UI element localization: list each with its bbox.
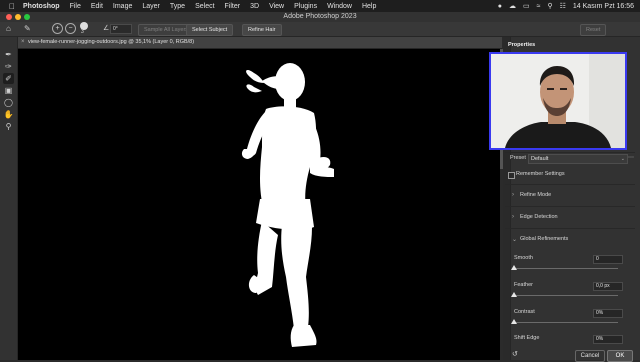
menubar-clock[interactable]: 14 Kasım Pzt 16:56 — [573, 3, 634, 10]
feather-value[interactable]: 0,0 px — [593, 282, 623, 291]
contrast-slider-track[interactable] — [514, 322, 618, 323]
runner-mask-silhouette — [241, 63, 334, 347]
remember-settings-checkbox[interactable] — [508, 172, 515, 179]
add-to-selection-icon[interactable]: + — [52, 23, 63, 34]
menu-3d[interactable]: 3D — [250, 3, 259, 10]
close-tab-icon[interactable]: × — [21, 37, 25, 48]
zoom-tool-icon[interactable]: ⚲ — [3, 121, 14, 132]
menu-image[interactable]: Image — [113, 3, 132, 10]
section-refine-mode[interactable]: › Refine Mode — [512, 192, 632, 200]
brush-size-value[interactable]: 3 — [81, 29, 84, 35]
reset-button[interactable]: Reset — [580, 24, 607, 36]
chevron-down-icon: ⌄ — [512, 237, 518, 243]
home-icon[interactable]: ⌂ — [6, 24, 11, 33]
menu-file[interactable]: File — [70, 3, 81, 10]
menu-type[interactable]: Type — [170, 3, 185, 10]
menu-help[interactable]: Help — [362, 3, 376, 10]
brush-tool-icon[interactable]: ✐ — [3, 73, 14, 84]
feather-slider-track[interactable] — [514, 295, 618, 296]
cancel-button[interactable]: Cancel — [575, 350, 605, 362]
section-title: Refine Mode — [520, 192, 552, 198]
document-tab[interactable]: × view-female-runner-jogging-outdoors.jp… — [18, 37, 502, 49]
apple-icon[interactable]:  — [9, 2, 15, 11]
section-title: Global Refinements — [520, 236, 569, 242]
window-title: Adobe Photoshop 2023 — [283, 13, 357, 20]
refine-edge-brush-icon[interactable]: ✑ — [3, 61, 14, 72]
properties-tab[interactable]: Properties — [508, 42, 535, 52]
select-subject-button[interactable]: Select Subject — [186, 24, 234, 36]
menu-edit[interactable]: Edit — [91, 3, 103, 10]
ok-button[interactable]: OK — [607, 350, 633, 362]
creative-cloud-icon[interactable]: ☁ — [509, 2, 516, 10]
menu-app-name[interactable]: Photoshop — [23, 3, 60, 10]
section-edge-detection[interactable]: › Edge Detection — [512, 214, 632, 222]
feather-slider-knob[interactable] — [511, 292, 517, 297]
panel-divider — [505, 228, 635, 229]
section-title: Edge Detection — [520, 214, 558, 220]
document-canvas[interactable] — [18, 49, 500, 360]
preset-label: Preset — [510, 155, 526, 161]
smooth-label: Smooth — [514, 255, 533, 261]
webcam-overlay — [489, 52, 627, 150]
subtract-from-selection-icon[interactable]: − — [65, 23, 76, 34]
search-icon[interactable]: ⚲ — [547, 2, 552, 10]
smooth-slider-knob[interactable] — [511, 265, 517, 270]
options-bar: ⌂ ✎ + − 3 ∠ 0° Sample All Layers Select … — [0, 22, 640, 37]
panel-divider — [505, 184, 635, 185]
quick-selection-tool-icon[interactable]: ✒ — [3, 49, 14, 60]
control-center-icon[interactable]: ☷ — [560, 2, 566, 10]
preset-options-icon[interactable]: ⋯ — [628, 154, 634, 161]
preset-dropdown[interactable]: Default ⌄ — [528, 154, 628, 164]
menu-filter[interactable]: Filter — [225, 3, 241, 10]
presenter-video — [491, 54, 625, 148]
refine-hair-button[interactable]: Refine Hair — [242, 24, 282, 36]
remember-settings-label: Remember Settings — [516, 171, 565, 177]
smooth-value[interactable]: 0 — [593, 255, 623, 264]
angle-icon: ∠ — [103, 25, 110, 32]
menu-window[interactable]: Window — [327, 3, 352, 10]
feather-label: Feather — [514, 282, 533, 288]
menu-layer[interactable]: Layer — [142, 3, 160, 10]
chevron-down-icon: ⌄ — [620, 156, 625, 162]
tools-panel: ✒ ✑ ✐ ▣ ◯ ✋ ⚲ — [0, 37, 18, 360]
window-title-bar: Adobe Photoshop 2023 — [0, 12, 640, 22]
contrast-slider-knob[interactable] — [511, 319, 517, 324]
chevron-right-icon: › — [512, 192, 514, 198]
shift-edge-value[interactable]: 0% — [593, 335, 623, 344]
reset-icon[interactable]: ↺ — [512, 350, 518, 358]
object-selection-tool-icon[interactable]: ▣ — [3, 85, 14, 96]
mac-menu-bar:  Photoshop File Edit Image Layer Type S… — [0, 0, 640, 12]
angle-field[interactable]: 0° — [110, 24, 132, 34]
chevron-right-icon: › — [512, 214, 514, 220]
contrast-value[interactable]: 0% — [593, 309, 623, 318]
menu-plugins[interactable]: Plugins — [294, 3, 317, 10]
section-global-refinements[interactable]: ⌄ Global Refinements — [512, 236, 632, 244]
preset-value: Default — [531, 156, 549, 162]
contrast-label: Contrast — [514, 309, 535, 315]
smooth-slider-track[interactable] — [514, 268, 618, 269]
panel-divider — [505, 206, 635, 207]
lasso-tool-icon[interactable]: ◯ — [3, 97, 14, 108]
quick-selection-tool-preset-icon[interactable]: ✎ — [24, 24, 31, 33]
menu-select[interactable]: Select — [195, 3, 214, 10]
hand-tool-icon[interactable]: ✋ — [3, 109, 14, 120]
record-icon[interactable]: ● — [498, 3, 502, 10]
wifi-icon[interactable]: ≈ — [537, 3, 541, 10]
panel-divider — [505, 152, 635, 153]
document-title: view-female-runner-jogging-outdoors.jpg … — [28, 39, 195, 45]
battery-icon[interactable]: ▭ — [523, 2, 530, 10]
menu-view[interactable]: View — [269, 3, 284, 10]
shift-edge-label: Shift Edge — [514, 335, 540, 341]
